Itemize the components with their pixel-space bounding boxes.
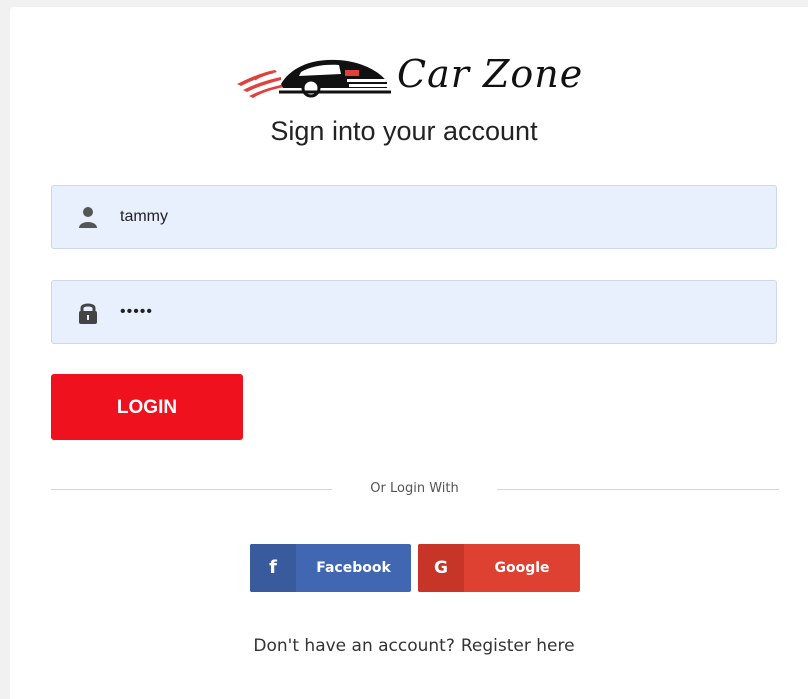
page-title: Sign into your account [270,116,538,146]
brand-name: Car Zone [397,52,584,96]
username-input[interactable] [120,186,760,248]
facebook-label: Facebook [316,560,391,576]
register-link[interactable]: Register here [461,636,575,656]
username-field[interactable] [51,185,777,249]
password-input[interactable] [120,281,760,343]
login-card [10,7,808,699]
register-row: Don't have an account? Register here [0,636,808,656]
google-login-button[interactable]: G Google [418,544,580,592]
divider-line-right [497,489,779,490]
google-label: Google [494,560,550,576]
password-field[interactable] [51,280,777,344]
user-icon [79,207,97,228]
login-button[interactable]: LOGIN [51,374,243,440]
lock-icon [79,303,97,324]
brand-logo: Car Zone [235,50,595,108]
facebook-login-button[interactable]: f Facebook [250,544,411,592]
facebook-icon: f [250,544,296,592]
divider-line-left [51,489,332,490]
register-prompt: Don't have an account? [253,636,455,656]
car-logo-icon [237,59,391,98]
divider-text: Or Login With [370,481,459,496]
google-icon: G [418,544,464,592]
